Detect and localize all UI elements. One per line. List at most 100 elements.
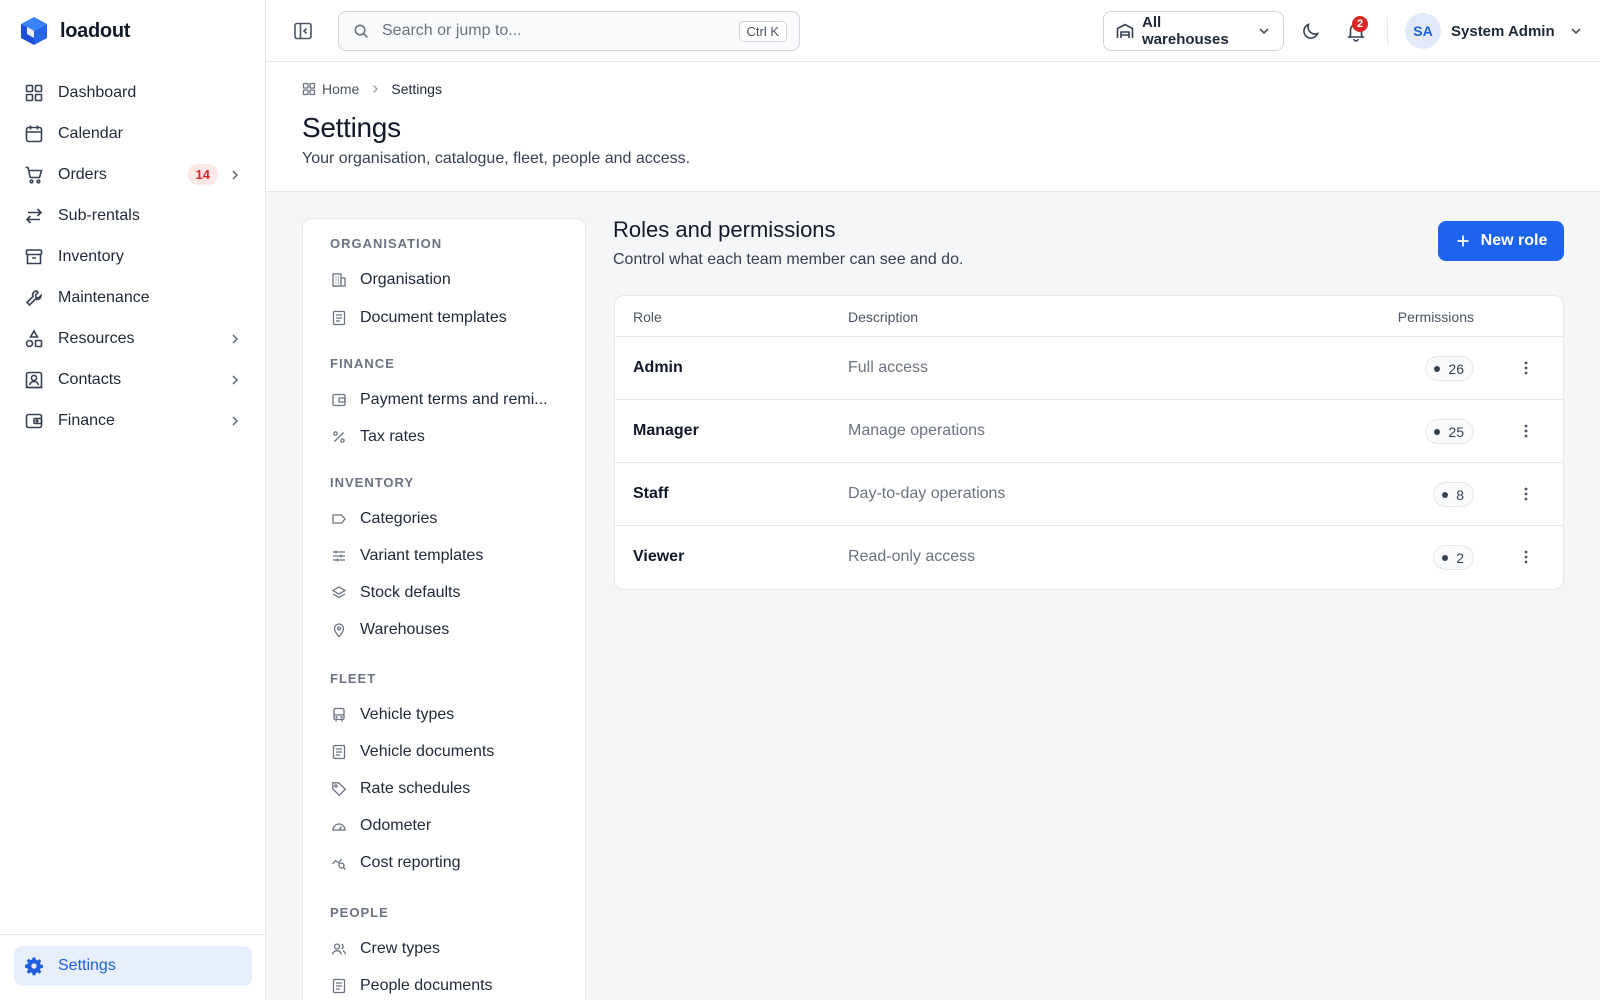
percent-icon xyxy=(333,431,345,443)
settings-group-title: INVENTORY xyxy=(330,475,415,490)
permission-count: 26 xyxy=(1448,360,1464,377)
document-icon xyxy=(332,744,346,760)
permission-count: 8 xyxy=(1456,486,1464,503)
wallet-icon xyxy=(25,413,43,428)
settings-item-label: Document templates xyxy=(360,309,507,326)
new-role-button[interactable]: New role xyxy=(1438,221,1564,261)
settings-item-label: Organisation xyxy=(360,271,451,288)
nav-label: Finance xyxy=(58,411,115,429)
settings-item-organisation[interactable]: Organisation xyxy=(331,265,451,295)
search-input[interactable] xyxy=(382,22,739,40)
settings-item-categories[interactable]: Categories xyxy=(331,504,437,534)
calendar-icon xyxy=(25,125,43,142)
nav-item-contacts[interactable]: Contacts xyxy=(14,359,252,400)
avatar: SA xyxy=(1405,13,1441,49)
more-vertical-icon[interactable] xyxy=(1517,485,1535,503)
settings-item-rate-schedules[interactable]: Rate schedules xyxy=(331,774,470,804)
nav-item-sub-rentals[interactable]: Sub-rentals xyxy=(14,195,252,236)
nav-item-orders[interactable]: Orders 14 xyxy=(14,154,252,195)
dot-icon xyxy=(1442,491,1449,498)
settings-item-people-documents[interactable]: People documents xyxy=(331,971,493,1000)
nav-item-inventory[interactable]: Inventory xyxy=(14,236,252,277)
table-row[interactable]: Viewer Read-only access 2 xyxy=(615,526,1563,589)
dot-icon xyxy=(1434,365,1441,372)
role-name: Staff xyxy=(633,485,669,502)
gauge-icon xyxy=(332,823,346,831)
settings-item-warehouses[interactable]: Warehouses xyxy=(331,615,449,645)
nav-label: Dashboard xyxy=(58,83,137,101)
nav-item-resources[interactable]: Resources xyxy=(14,318,252,359)
grid-icon xyxy=(302,82,316,96)
settings-item-tax-rates[interactable]: Tax rates xyxy=(331,422,425,452)
settings-item-label: Tax rates xyxy=(360,428,425,445)
page-subtitle: Your organisation, catalogue, fleet, peo… xyxy=(302,150,691,167)
more-vertical-icon[interactable] xyxy=(1517,548,1535,566)
archive-icon xyxy=(25,248,43,264)
column-header-description: Description xyxy=(848,309,919,325)
settings-item-label: Categories xyxy=(360,510,438,527)
settings-item-crew-types[interactable]: Crew types xyxy=(331,934,440,964)
brand-logo[interactable]: loadout xyxy=(20,16,130,46)
dot-icon xyxy=(1442,554,1449,561)
moon-icon[interactable] xyxy=(1300,20,1322,42)
chevron-right-icon[interactable] xyxy=(228,373,242,387)
more-vertical-icon[interactable] xyxy=(1517,422,1535,440)
contact-card-icon xyxy=(25,371,43,388)
swap-arrows-icon xyxy=(25,207,43,224)
settings-item-stock-defaults[interactable]: Stock defaults xyxy=(331,578,461,608)
chevron-right-icon xyxy=(373,85,379,93)
nav-item-maintenance[interactable]: Maintenance xyxy=(14,277,252,318)
more-vertical-icon[interactable] xyxy=(1517,359,1535,377)
settings-item-payment-terms[interactable]: Payment terms and remi... xyxy=(331,385,548,415)
settings-group-title: ORGANISATION xyxy=(330,236,443,251)
settings-item-odometer[interactable]: Odometer xyxy=(331,811,431,841)
chevron-down-icon xyxy=(1571,28,1581,35)
permission-count-badge: 8 xyxy=(1433,482,1474,507)
role-description: Day-to-day operations xyxy=(848,485,1006,502)
settings-item-vehicle-types[interactable]: Vehicle types xyxy=(331,700,454,730)
main-nav: Dashboard Calendar Orders 14 Sub-rentals… xyxy=(14,72,252,441)
column-header-role: Role xyxy=(633,309,662,325)
warehouse-select[interactable]: All warehouses xyxy=(1103,11,1284,51)
settings-item-cost-reporting[interactable]: Cost reporting xyxy=(331,848,461,878)
settings-item-label: Stock defaults xyxy=(360,584,461,601)
role-name: Manager xyxy=(633,422,699,439)
settings-item-label: Cost reporting xyxy=(360,854,461,871)
sidebar-toggle-icon[interactable] xyxy=(292,20,314,42)
nav-label: Settings xyxy=(58,957,116,974)
nav-label: Contacts xyxy=(58,370,122,388)
page-title: Settings xyxy=(302,112,401,143)
breadcrumb-home[interactable]: Home xyxy=(322,81,359,97)
settings-item-label: Variant templates xyxy=(360,547,484,564)
settings-item-variant-templates[interactable]: Variant templates xyxy=(331,541,483,571)
settings-item-document-templates[interactable]: Document templates xyxy=(331,303,507,333)
chevron-right-icon[interactable] xyxy=(228,332,242,346)
chevron-down-icon xyxy=(1259,28,1269,35)
role-description: Full access xyxy=(848,359,929,376)
role-description: Read-only access xyxy=(848,548,976,565)
brand-name: loadout xyxy=(60,19,131,42)
nav-label: Inventory xyxy=(58,247,124,265)
topbar: Ctrl K All warehouses 2 SA System Admin xyxy=(266,0,1600,62)
user-menu[interactable]: SA System Admin xyxy=(1405,13,1583,49)
building-icon xyxy=(332,273,346,287)
sidebar: loadout Dashboard Calendar Orders 14 Sub… xyxy=(0,0,266,1000)
chevron-right-icon[interactable] xyxy=(228,168,242,182)
role-name: Admin xyxy=(633,359,683,376)
nav-item-settings[interactable]: Settings xyxy=(14,946,252,986)
settings-item-vehicle-documents[interactable]: Vehicle documents xyxy=(331,737,494,767)
nav-label: Orders xyxy=(58,165,107,183)
table-row[interactable]: Staff Day-to-day operations 8 xyxy=(615,463,1563,526)
nav-item-dashboard[interactable]: Dashboard xyxy=(14,72,252,113)
table-row[interactable]: Admin Full access 26 xyxy=(615,337,1563,400)
nav-label: Maintenance xyxy=(58,288,150,306)
nav-item-calendar[interactable]: Calendar xyxy=(14,113,252,154)
table-header: Role Description Permissions xyxy=(615,296,1563,337)
nav-item-finance[interactable]: Finance xyxy=(14,400,252,441)
settings-item-label: Payment terms and remi... xyxy=(360,391,548,408)
chevron-right-icon[interactable] xyxy=(228,414,242,428)
settings-item-label: Warehouses xyxy=(360,621,450,638)
table-row[interactable]: Manager Manage operations 25 xyxy=(615,400,1563,463)
search-bar[interactable]: Ctrl K xyxy=(338,11,800,51)
wrench-icon xyxy=(25,289,42,306)
